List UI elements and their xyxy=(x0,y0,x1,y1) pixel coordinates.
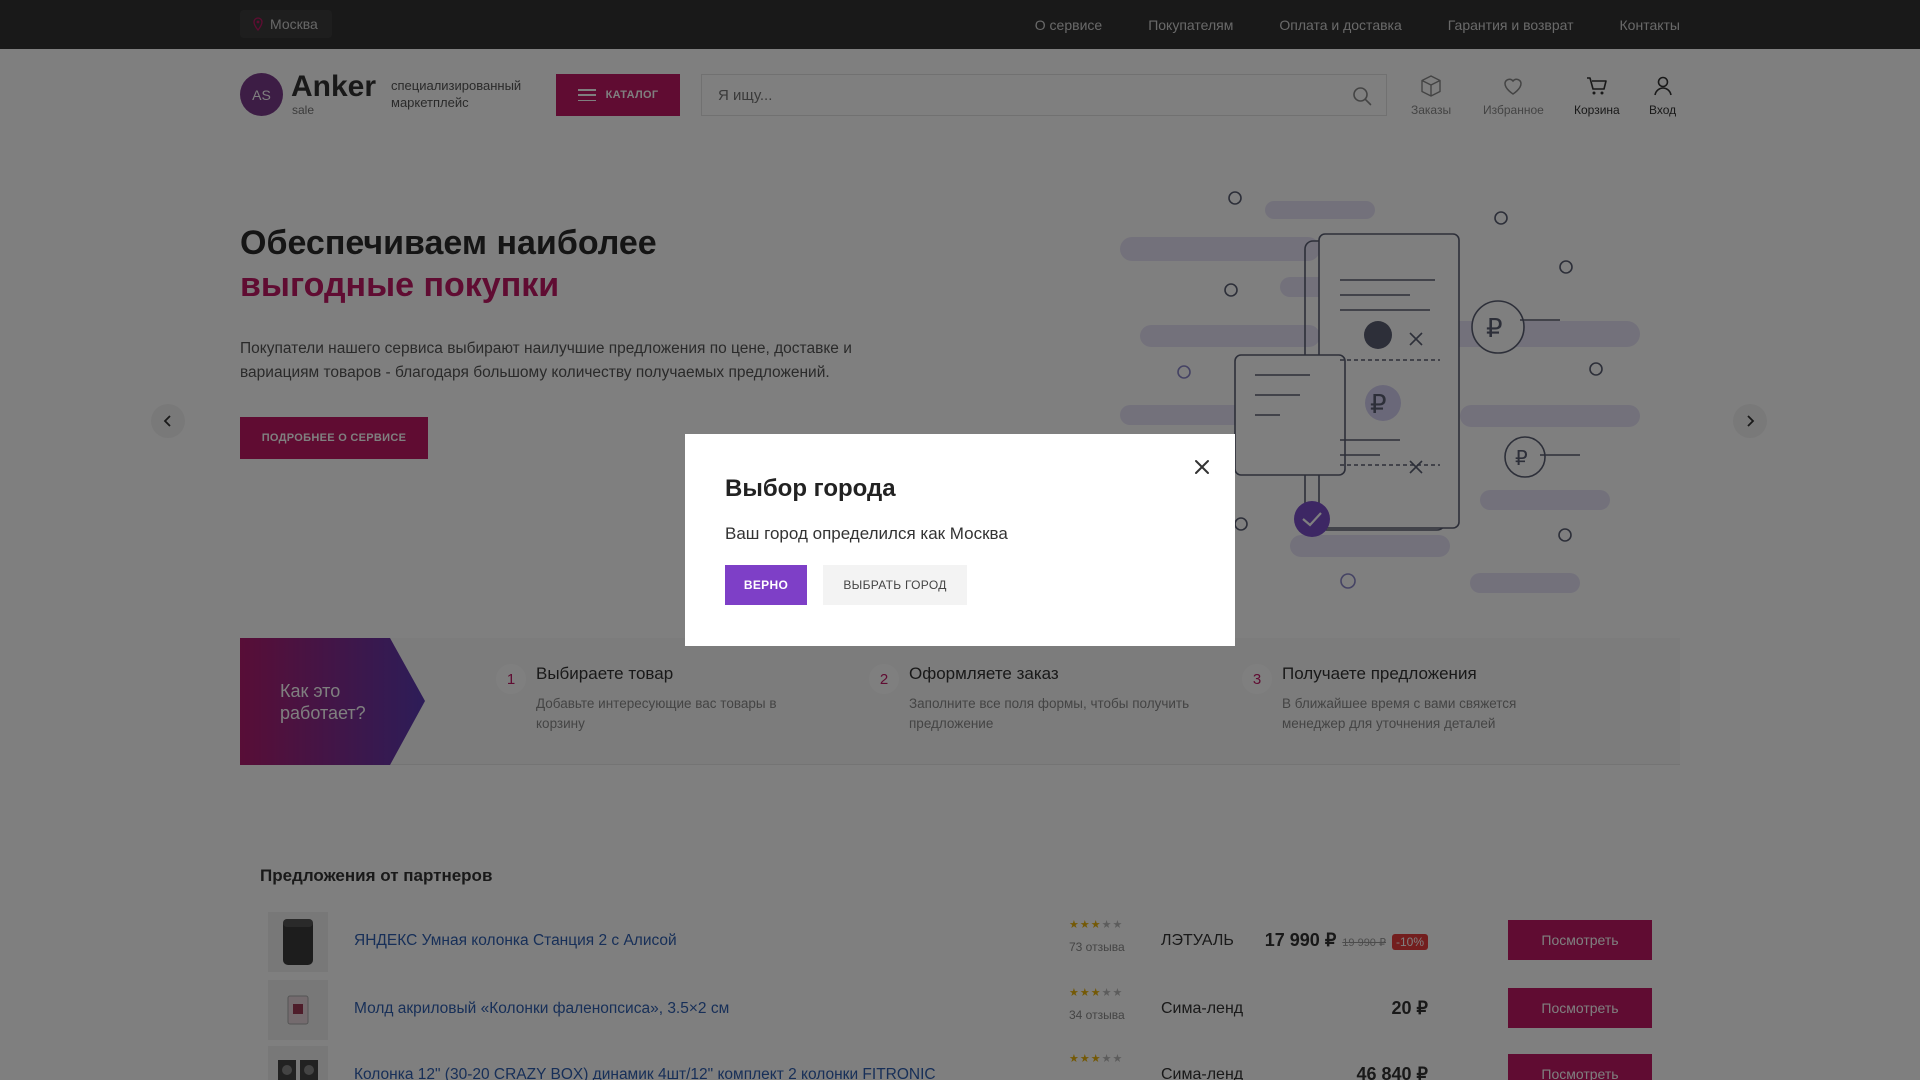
choose-city-button[interactable]: ВЫБРАТЬ ГОРОД xyxy=(823,565,967,605)
modal-title: Выбор города xyxy=(725,475,896,502)
city-select-modal: Выбор города Ваш город определился как М… xyxy=(685,434,1235,646)
close-icon[interactable] xyxy=(1193,458,1211,476)
confirm-city-button[interactable]: ВЕРНО xyxy=(725,565,807,605)
modal-message: Ваш город определился как Москва xyxy=(725,524,1008,543)
